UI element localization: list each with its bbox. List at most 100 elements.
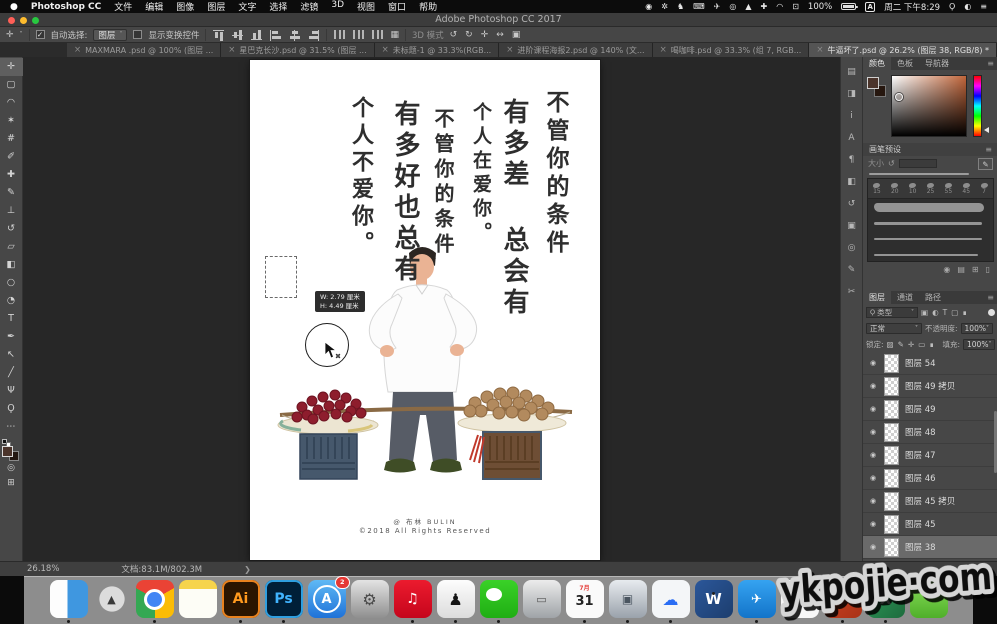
brush-preset-dab[interactable]: 25 — [922, 179, 940, 198]
panel-tab-layers[interactable]: 图层 — [863, 291, 891, 304]
layer-row-layer-47[interactable]: ◉ 图层 47 — [863, 444, 997, 467]
brush-preset-list[interactable]: 15 20 10 25 55 45 7 — [867, 178, 994, 262]
layer-visibility-eye-icon[interactable]: ◉ — [868, 474, 878, 482]
layer-visibility-eye-icon[interactable]: ◉ — [868, 405, 878, 413]
layer-row-layer-45-copy[interactable]: ◉ 图层 45 拷贝 — [863, 490, 997, 513]
status-icon-airplay-display[interactable]: ⊡ — [792, 2, 799, 11]
brush-preset-dab[interactable]: 45 — [957, 179, 975, 198]
document-tab-coffee[interactable]: × 喝咖啡.psd @ 33.3% (组 7, RGB... — [653, 43, 810, 57]
panel-icon-libraries[interactable]: ▤ — [841, 61, 863, 83]
menu-item-layer[interactable]: 图层 — [207, 0, 225, 13]
filter-icon-lock-artboard[interactable]: ▭ — [918, 340, 925, 349]
dock-app-netease-music[interactable]: ♫ — [394, 580, 432, 618]
foreground-color-swatch[interactable] — [2, 446, 13, 457]
dock-app-photos[interactable]: ▣ — [609, 580, 647, 618]
tool-brush[interactable]: ✎ — [0, 184, 23, 202]
dock-app-thunder[interactable]: ✈ — [738, 580, 776, 618]
tool-type[interactable]: T — [0, 310, 23, 328]
tab-close-icon[interactable]: × — [228, 45, 235, 55]
quick-mask-button[interactable]: ◎ — [7, 461, 15, 476]
brush-size-input[interactable] — [899, 159, 937, 168]
tool-dodge[interactable]: ◔ — [0, 292, 23, 310]
filter-icon-lock-position[interactable]: ✛ — [908, 340, 914, 349]
brush-preset-dab[interactable]: 15 — [868, 179, 886, 198]
color-picker-field[interactable] — [891, 75, 967, 137]
3d-mode-icon-orbit[interactable]: ↺ — [450, 30, 458, 40]
menu-item-3d[interactable]: 3D — [331, 0, 344, 13]
panel-tab-swatches[interactable]: 色板 — [891, 57, 919, 70]
panel-icon-paragraph[interactable]: ¶ — [841, 149, 863, 171]
status-icon-bird-app[interactable]: ✈ — [714, 2, 721, 11]
panel-icon-adjustments[interactable]: ◨ — [841, 83, 863, 105]
selection-marquee[interactable] — [265, 256, 297, 298]
panel-icon-history[interactable]: ↺ — [841, 193, 863, 215]
apple-menu-icon[interactable]: ● — [10, 2, 18, 12]
3d-mode-icon-pan[interactable]: ✛ — [481, 30, 489, 40]
dock-app-illustrator[interactable]: Ai — [222, 580, 260, 618]
tool-hand[interactable]: Ψ — [0, 382, 23, 400]
tool-marquee[interactable]: ▢ — [0, 76, 23, 94]
layer-thumbnail[interactable] — [884, 423, 899, 442]
menu-item-view[interactable]: 视图 — [357, 0, 375, 13]
dock-app-launchpad[interactable]: ▲ — [93, 580, 131, 618]
brush-size-reset-icon[interactable]: ↺ — [888, 159, 895, 168]
menu-item-file[interactable]: 文件 — [114, 0, 132, 13]
align-horizontal-centers-button[interactable] — [288, 29, 301, 41]
panel-icon-timeline[interactable]: ✂ — [841, 281, 863, 303]
layer-visibility-eye-icon[interactable]: ◉ — [868, 497, 878, 505]
status-icon-chat-app[interactable]: ✲ — [661, 2, 668, 11]
align-vertical-centers-button[interactable] — [231, 29, 244, 41]
auto-select-dropdown[interactable]: 图层 ˅ — [93, 29, 127, 41]
status-icon-user-app[interactable]: ♞ — [677, 2, 684, 11]
layer-filter-dropdown[interactable]: Ϙ 类型 ˅ — [866, 307, 918, 318]
app-menu-title[interactable]: Photoshop CC — [31, 2, 101, 12]
layer-thumbnail[interactable] — [884, 400, 899, 419]
menu-item-type[interactable]: 文字 — [238, 0, 256, 13]
dock-app-app-store[interactable]: A 2 — [308, 580, 346, 618]
status-bar-chevron-icon[interactable]: ❯ — [244, 565, 251, 574]
status-icon-keyboard[interactable]: ⌨ — [693, 2, 705, 11]
layer-row-layer-46[interactable]: ◉ 图层 46 — [863, 467, 997, 490]
color-picker-cursor[interactable] — [895, 93, 903, 101]
dock-app-chrome[interactable] — [136, 580, 174, 618]
dock-app-calendar[interactable]: 7月 31 — [566, 580, 604, 618]
move-tool-preset-icon[interactable]: ✛ — [6, 30, 14, 40]
status-icon-spotlight-search[interactable]: Ϙ — [949, 2, 955, 11]
panel-tab-color[interactable]: 颜色 — [863, 57, 891, 70]
layer-visibility-eye-icon[interactable]: ◉ — [868, 382, 878, 390]
fill-dropdown[interactable]: 100% ˅ — [963, 339, 995, 350]
tab-close-icon[interactable]: × — [506, 45, 513, 55]
new-brush-button[interactable]: ✎ — [978, 158, 993, 170]
layer-thumbnail[interactable] — [884, 354, 899, 373]
opacity-dropdown[interactable]: 100% ˅ — [961, 323, 993, 334]
auto-select-checkbox[interactable]: ✓ — [36, 30, 45, 39]
document-tab-maxmara[interactable]: × MAXMARA .psd @ 100% (图层 ... — [67, 43, 221, 57]
panel-menu-icon[interactable]: ≡ — [987, 57, 997, 70]
brush-action-icon-toggle-live-tip[interactable]: ◉ — [943, 265, 950, 274]
document-tab-untitled[interactable]: × 未标题-1 @ 33.3%(RGB... — [375, 43, 500, 57]
3d-mode-icon-slide[interactable]: ↔ — [496, 30, 504, 40]
distribute-center-button[interactable] — [352, 29, 365, 41]
tool-history-brush[interactable]: ↺ — [0, 220, 23, 238]
panel-icon-info[interactable]: i — [841, 105, 863, 127]
layer-thumbnail[interactable] — [884, 377, 899, 396]
layer-thumbnail[interactable] — [884, 492, 899, 511]
brush-preset-dab[interactable]: 55 — [939, 179, 957, 198]
tab-close-icon[interactable]: × — [660, 45, 667, 55]
document-tab-starbucks[interactable]: × 星巴克长沙.psd @ 31.5% (图层 ... — [221, 43, 374, 57]
panel-icon-layer-comps[interactable]: ◧ — [841, 171, 863, 193]
brush-action-icon-open-preset-manager[interactable]: ▤ — [957, 265, 965, 274]
panel-icon-clone-source[interactable]: ◎ — [841, 237, 863, 259]
status-icon-screen-record[interactable]: ◉ — [645, 2, 652, 11]
filter-icon-lock-all[interactable]: ∎ — [929, 340, 934, 349]
layer-row-layer-48[interactable]: ◉ 图层 48 — [863, 421, 997, 444]
align-right-edges-button[interactable] — [307, 29, 320, 41]
distribute-vertical-button[interactable] — [333, 29, 346, 41]
layer-filter-toggle[interactable] — [988, 309, 995, 316]
menu-item-edit[interactable]: 编辑 — [145, 0, 163, 13]
tool-clone-stamp[interactable]: ⊥ — [0, 202, 23, 220]
document-tab-poster[interactable]: × 进阶课程海报2.psd @ 140% (文... — [499, 43, 652, 57]
tool-edit-toolbar[interactable]: ⋯ — [0, 418, 23, 436]
tool-pen[interactable]: ✒ — [0, 328, 23, 346]
filter-icon-filter-shape[interactable]: ▢ — [951, 308, 958, 317]
